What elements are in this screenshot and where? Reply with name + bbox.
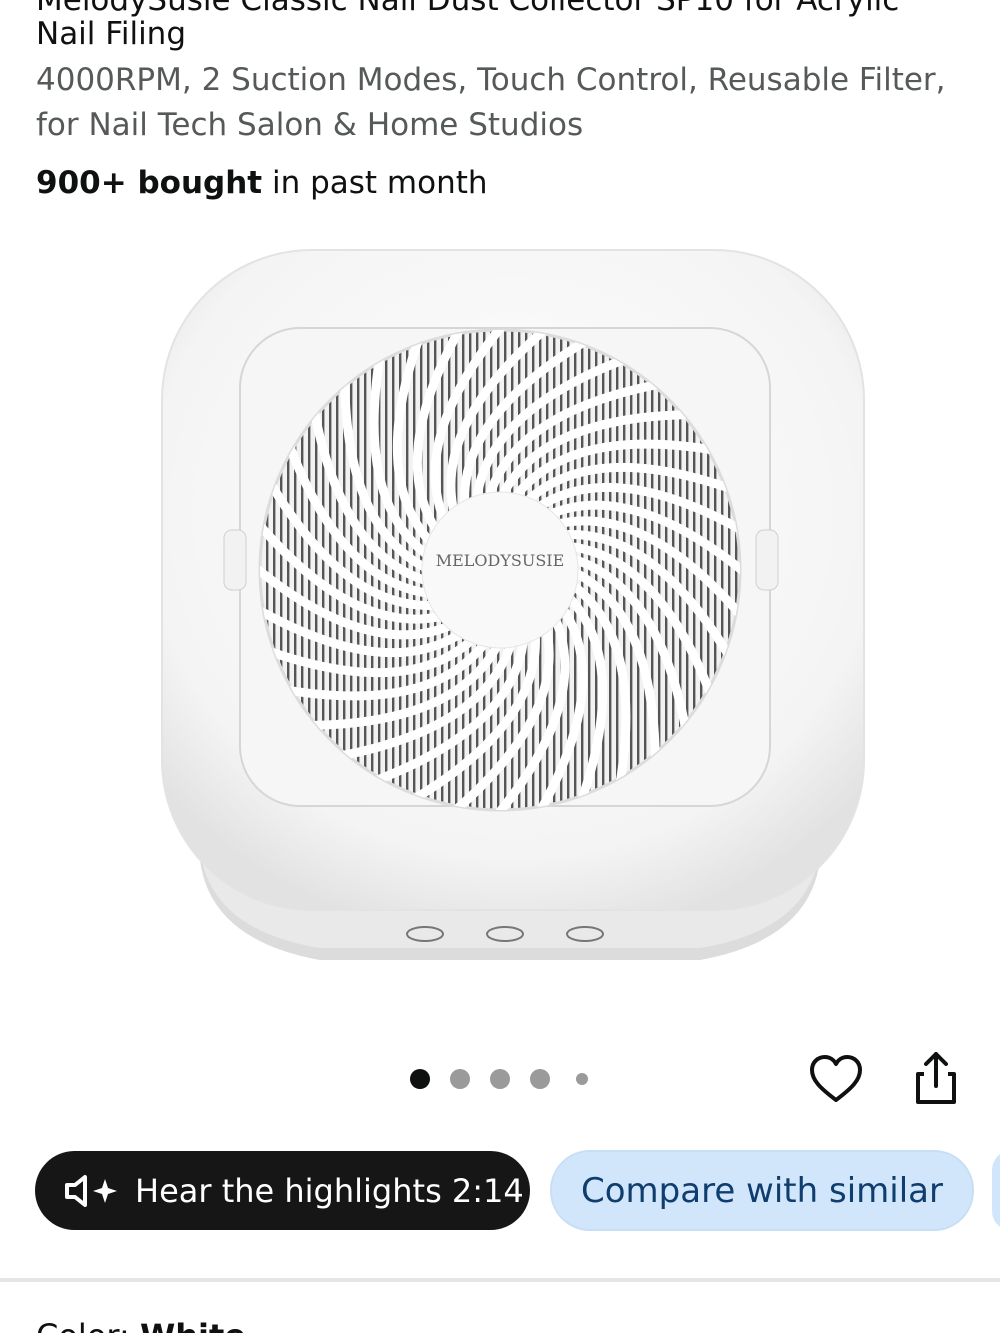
product-image[interactable]: MELODYSUSIE: [140, 240, 880, 1000]
color-value: White: [140, 1317, 246, 1333]
color-selector-label: Color: White: [36, 1316, 246, 1333]
carousel-indicator[interactable]: [410, 1069, 588, 1089]
section-divider: [0, 1278, 1000, 1282]
hear-highlights-button[interactable]: Hear the highlights 2:14: [35, 1151, 530, 1230]
carousel-dot-3[interactable]: [490, 1069, 510, 1089]
carousel-dot-2[interactable]: [450, 1069, 470, 1089]
product-subtitle: 4000RPM, 2 Suction Modes, Touch Control,…: [36, 62, 946, 143]
next-chip-peek[interactable]: [992, 1150, 1000, 1231]
heart-icon[interactable]: [808, 1052, 864, 1108]
compare-with-similar-button[interactable]: Compare with similar: [550, 1150, 974, 1231]
color-label: Color:: [36, 1317, 140, 1333]
share-icon[interactable]: [908, 1050, 964, 1106]
carousel-dot-5[interactable]: [576, 1073, 588, 1085]
bought-count-suffix: in past month: [262, 165, 488, 201]
speaker-sparkle-icon: [65, 1174, 117, 1207]
product-title-line2: Nail Filing: [36, 16, 187, 52]
brand-logo-text: MELODYSUSIE: [436, 551, 565, 570]
carousel-dot-1[interactable]: [410, 1069, 430, 1089]
carousel-dot-4[interactable]: [530, 1069, 550, 1089]
bought-count: 900+ bought in past month: [36, 163, 488, 203]
bought-count-number: 900+ bought: [36, 165, 263, 201]
compare-label: Compare with similar: [581, 1170, 943, 1211]
hear-highlights-label: Hear the highlights 2:14: [135, 1171, 524, 1210]
